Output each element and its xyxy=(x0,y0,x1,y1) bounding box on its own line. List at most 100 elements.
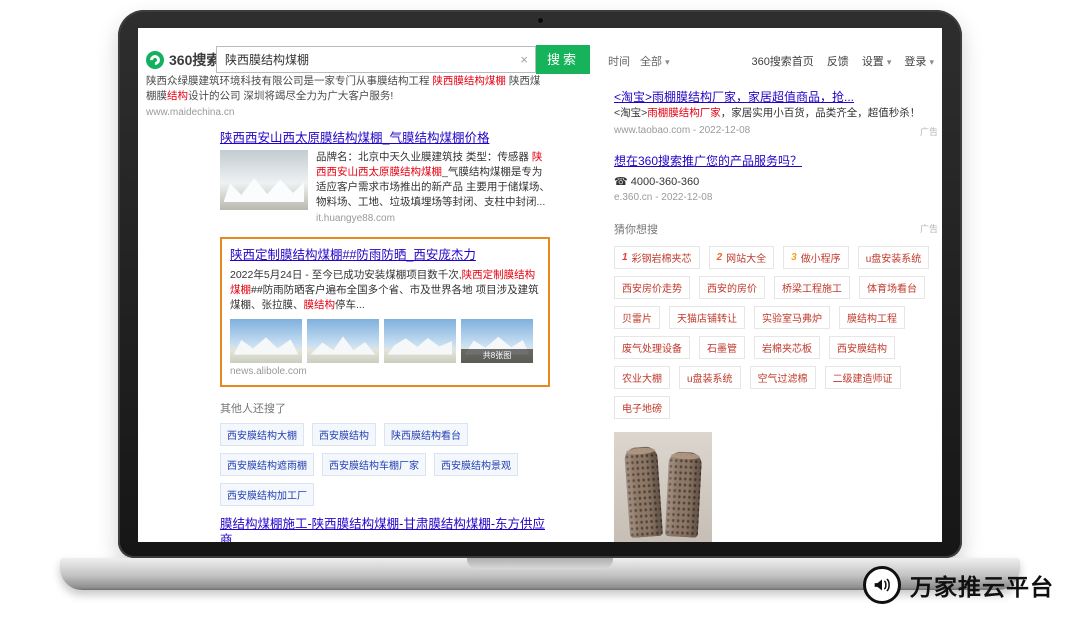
suggestion-label: 贝雷片 xyxy=(622,310,652,325)
suggestion-chip[interactable]: 西安房价走势 xyxy=(614,276,690,299)
suggestion-chip[interactable]: 实验室马弗炉 xyxy=(754,306,830,329)
watermark-brand: 万家推云平台 xyxy=(910,568,1054,602)
promo-title-link[interactable]: 想在360搜索推广您的产品服务吗？ xyxy=(614,154,802,170)
result-thumbnail[interactable] xyxy=(384,319,456,363)
ad-url-row: www.taobao.com - 2022-12-08 广告 xyxy=(614,125,938,138)
top-nav: 360搜索首页 反馈 设置 ▾ 登录 ▾ xyxy=(751,53,934,69)
suggestion-label: 石墨管 xyxy=(707,340,737,355)
search-button[interactable]: 搜索 xyxy=(536,45,590,74)
result-url: news.alibole.com xyxy=(230,366,540,377)
suggestion-chip[interactable]: 二级建造师证 xyxy=(825,366,901,389)
scope-filter[interactable]: 全部 ▾ xyxy=(640,53,670,69)
suggestion-chip[interactable]: 2网站大全 xyxy=(709,246,775,269)
result-thumbnail[interactable] xyxy=(230,319,302,363)
chevron-down-icon: ▾ xyxy=(929,57,934,67)
suggestion-chip[interactable]: 电子地磅 xyxy=(614,396,670,419)
product-photo[interactable] xyxy=(614,432,712,542)
suggestion-label: 实验室马弗炉 xyxy=(762,310,822,325)
suggestion-label: 膜结构工程 xyxy=(847,310,897,325)
suggestion-chip[interactable]: 西安膜结构 xyxy=(829,336,895,359)
search-box[interactable]: × xyxy=(216,46,536,73)
promo-url-row: e.360.cn - 2022-12-08 xyxy=(614,192,938,203)
webcam-dot xyxy=(538,18,543,23)
suggestion-label: 西安的房价 xyxy=(707,280,757,295)
suggestion-label: 网站大全 xyxy=(726,250,766,265)
related-search-tag[interactable]: 西安膜结构景观 xyxy=(434,453,518,476)
result-thumbnail[interactable] xyxy=(307,319,379,363)
ad-badge: 广告 xyxy=(920,125,938,138)
nav-settings-menu[interactable]: 设置 ▾ xyxy=(862,53,892,69)
phone-icon: ☎ xyxy=(614,176,628,188)
time-filter[interactable]: 时间 xyxy=(608,53,630,69)
suggestion-chip[interactable]: u盘装系统 xyxy=(679,366,741,389)
result-thumbnail[interactable] xyxy=(220,150,308,210)
result-title-link[interactable]: 膜结构煤棚施工-陕西膜结构煤棚-甘肃膜结构煤棚-东方供应商 xyxy=(220,517,550,542)
suggestion-chip[interactable]: u盘安装系统 xyxy=(858,246,930,269)
suggestion-label: 岩棉夹芯板 xyxy=(762,340,812,355)
promo-url: e.360.cn - 2022-12-08 xyxy=(614,192,712,203)
result-thumbnail[interactable]: 共8张图 xyxy=(461,319,533,363)
results-column: 陕西众绿膜建筑环境科技有限公司是一家专门从事膜结构工程 陕西膜结构煤棚 陕西煤棚… xyxy=(220,74,550,542)
nav-feedback-link[interactable]: 反馈 xyxy=(827,53,849,69)
suggestion-chips: 1彩钢岩棉夹芯 2网站大全 3做小程序 u盘安装系统 西安房价走势 西安的房价 … xyxy=(614,246,938,419)
ad-title-link[interactable]: <淘宝>雨棚膜结构厂家，家居超值商品，抢... xyxy=(614,90,854,106)
related-search-tag[interactable]: 西安膜结构车棚厂家 xyxy=(322,453,426,476)
related-search-tag[interactable]: 西安膜结构 xyxy=(312,423,376,446)
nav-login-menu[interactable]: 登录 ▾ xyxy=(904,53,934,69)
laptop-base-notch xyxy=(467,558,613,569)
perforated-filter-cylinder xyxy=(665,451,702,538)
suggestion-label: 体育场看台 xyxy=(867,280,917,295)
phone-number: 4000-360-360 xyxy=(631,176,700,188)
suggestion-label: u盘装系统 xyxy=(687,370,733,385)
search-input[interactable] xyxy=(225,53,520,67)
suggestion-chip[interactable]: 膜结构工程 xyxy=(839,306,905,329)
browser-screen: 360搜索 × 搜索 时间 全部 ▾ 360搜索首页 反馈 设置 ▾ xyxy=(138,28,942,542)
ad-snippet: <淘宝>雨棚膜结构厂家，家居实用小百货，品类齐全，超值秒杀！ xyxy=(614,106,938,121)
suggestion-chip[interactable]: 岩棉夹芯板 xyxy=(754,336,820,359)
clear-icon[interactable]: × xyxy=(520,53,528,66)
nav-home-link[interactable]: 360搜索首页 xyxy=(751,53,813,69)
related-tags: 西安膜结构大棚 西安膜结构 陕西膜结构看台 西安膜结构遮雨棚 西安膜结构车棚厂家… xyxy=(220,423,550,506)
related-search-tag[interactable]: 西安膜结构遮雨棚 xyxy=(220,453,314,476)
360-logo-icon xyxy=(146,51,164,69)
suggestion-chip[interactable]: 空气过滤棉 xyxy=(750,366,816,389)
ad-url: www.taobao.com - 2022-12-08 xyxy=(614,125,750,138)
ad-badge: 广告 xyxy=(920,222,938,235)
membrane-structure-image xyxy=(234,334,299,354)
result-title-link[interactable]: 陕西定制膜结构煤棚##防雨防晒_西安庞杰力 xyxy=(230,248,476,264)
suggestion-chip[interactable]: 桥梁工程施工 xyxy=(774,276,850,299)
related-search-tag[interactable]: 陕西膜结构看台 xyxy=(384,423,468,446)
chevron-down-icon: ▾ xyxy=(887,57,892,67)
result-url: it.huangye88.com xyxy=(316,213,550,224)
highlighted-result: 陕西定制膜结构煤棚##防雨防晒_西安庞杰力 2022年5月24日 - 至今已成功… xyxy=(220,237,550,387)
suggestion-label: u盘安装系统 xyxy=(866,250,922,265)
result-url: www.maidechina.cn xyxy=(146,107,544,118)
ad-item: <淘宝>雨棚膜结构厂家，家居超值商品，抢... <淘宝>雨棚膜结构厂家，家居实用… xyxy=(614,88,938,138)
related-search-tag[interactable]: 西安膜结构加工厂 xyxy=(220,483,314,506)
result-filters: 时间 全部 ▾ xyxy=(608,53,670,69)
suggestion-chip[interactable]: 农业大棚 xyxy=(614,366,670,389)
suggestion-chip[interactable]: 3做小程序 xyxy=(783,246,849,269)
result-item: 膜结构煤棚施工-陕西膜结构煤棚-甘肃膜结构煤棚-东方供应商 2020年12月10… xyxy=(220,517,550,542)
suggestion-chip[interactable]: 天猫店铺转让 xyxy=(669,306,745,329)
suggestion-label: 天猫店铺转让 xyxy=(677,310,737,325)
suggestion-label: 空气过滤棉 xyxy=(758,370,808,385)
suggestion-chip[interactable]: 贝雷片 xyxy=(614,306,660,329)
related-search-tag[interactable]: 西安膜结构大棚 xyxy=(220,423,304,446)
suggestion-chip[interactable]: 体育场看台 xyxy=(859,276,925,299)
thumbnail-strip: 共8张图 xyxy=(230,319,540,363)
related-searches-header: 其他人还搜了 xyxy=(220,400,550,416)
chevron-down-icon: ▾ xyxy=(665,57,670,67)
megaphone-icon xyxy=(863,566,901,604)
suggestion-chip[interactable]: 废气处理设备 xyxy=(614,336,690,359)
suggestion-chip[interactable]: 石墨管 xyxy=(699,336,745,359)
related-searches: 其他人还搜了 西安膜结构大棚 西安膜结构 陕西膜结构看台 西安膜结构遮雨棚 西安… xyxy=(220,400,550,506)
suggestion-chip[interactable]: 西安的房价 xyxy=(699,276,765,299)
image-count-overlay: 共8张图 xyxy=(461,349,533,363)
logo-text: 360搜索 xyxy=(169,50,220,70)
search-engine-logo[interactable]: 360搜索 xyxy=(146,50,220,70)
watermark: 万家推云平台 xyxy=(863,566,1054,604)
result-title-link[interactable]: 陕西西安山西太原膜结构煤棚_气膜结构煤棚价格 xyxy=(220,131,489,147)
suggestion-label: 农业大棚 xyxy=(622,370,662,385)
suggestion-chip[interactable]: 1彩钢岩棉夹芯 xyxy=(614,246,700,269)
